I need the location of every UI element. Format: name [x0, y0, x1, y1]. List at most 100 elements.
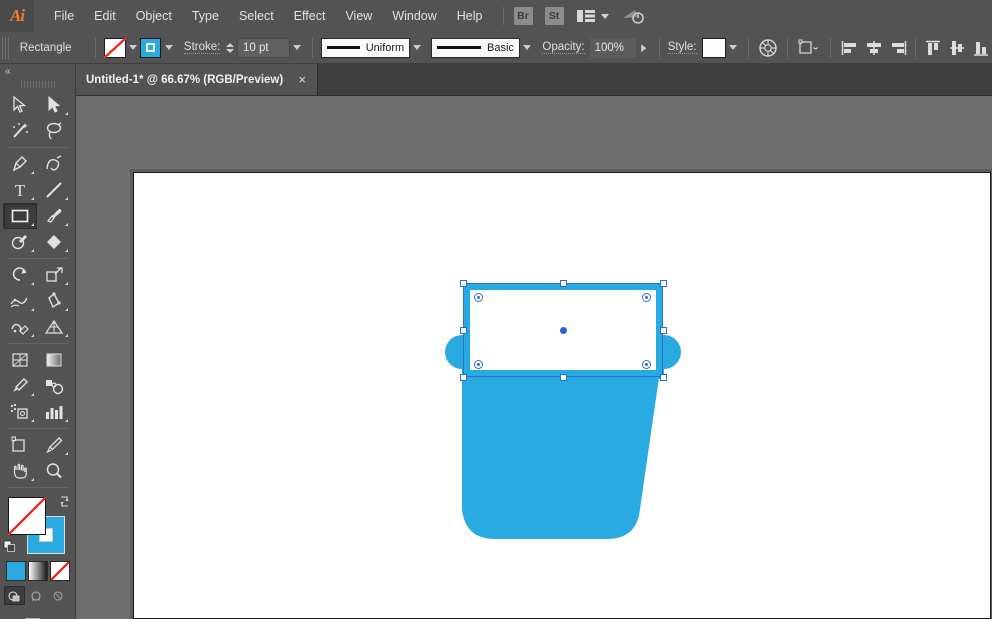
pen-tool[interactable]: [3, 151, 37, 177]
transform-icon[interactable]: [796, 37, 822, 59]
bucket-illustration[interactable]: [134, 173, 992, 619]
swap-fill-stroke-icon[interactable]: [58, 495, 71, 508]
color-mode-button[interactable]: [6, 561, 26, 581]
cb-divider-6: [830, 37, 832, 58]
align-right-icon[interactable]: [887, 37, 909, 59]
rectangle-tool[interactable]: [3, 203, 37, 229]
magic-wand-tool[interactable]: [3, 118, 37, 144]
stroke-profile-chevron-icon[interactable]: [410, 38, 424, 58]
menu-view[interactable]: View: [335, 5, 382, 27]
cb-divider-2: [312, 37, 313, 58]
mesh-tool[interactable]: [3, 347, 37, 373]
draw-inside-button[interactable]: [48, 586, 69, 605]
hand-tool[interactable]: [3, 458, 37, 484]
slice-tool[interactable]: [37, 432, 71, 458]
menu-window[interactable]: Window: [382, 5, 446, 27]
document-tab[interactable]: Untitled-1* @ 66.67% (RGB/Preview) ×: [76, 64, 319, 95]
eraser-tool[interactable]: [37, 229, 71, 255]
zoom-tool[interactable]: [37, 458, 71, 484]
fill-swatch[interactable]: [104, 37, 126, 58]
change-screen-mode-button[interactable]: [23, 615, 53, 619]
graphic-style-swatch[interactable]: [701, 37, 726, 58]
control-bar: Rectangle Stroke: 10 pt Uniform Basic Op…: [0, 32, 992, 64]
style-chevron-icon[interactable]: [726, 38, 740, 58]
align-top-icon[interactable]: [922, 37, 944, 59]
curvature-tool[interactable]: [37, 151, 71, 177]
stroke-profile-select[interactable]: Uniform: [320, 37, 411, 58]
collapse-chevrons-icon: «: [5, 65, 10, 77]
shaper-tool[interactable]: [3, 229, 37, 255]
stroke-weight-stepper[interactable]: [224, 38, 235, 58]
selection-tool[interactable]: [3, 92, 37, 118]
menu-effect[interactable]: Effect: [284, 5, 336, 27]
stroke-dropdown-chevron-icon[interactable]: [161, 38, 175, 58]
collapse-panel-button[interactable]: «: [0, 64, 75, 78]
stock-button[interactable]: St: [544, 7, 564, 25]
stroke-weight-chevron-icon[interactable]: [290, 38, 304, 58]
gradient-tool[interactable]: [37, 347, 71, 373]
tool-group-indicator-icon: [31, 308, 34, 311]
opacity-input[interactable]: 100%: [589, 37, 637, 58]
fill-stroke-indicator: [3, 495, 73, 557]
menu-edit[interactable]: Edit: [84, 5, 126, 27]
lasso-tool[interactable]: [37, 118, 71, 144]
blend-tool[interactable]: [37, 373, 71, 399]
brush-select[interactable]: Basic: [430, 37, 520, 58]
rotate-tool[interactable]: [3, 262, 37, 288]
menu-select[interactable]: Select: [229, 5, 284, 27]
stroke-weight-label[interactable]: Stroke:: [183, 41, 221, 54]
free-transform-tool[interactable]: [37, 288, 71, 314]
tool-separator: [3, 255, 72, 262]
tool-group-indicator-icon: [31, 171, 34, 174]
opacity-chevron-icon[interactable]: [634, 40, 654, 54]
direct-selection-tool[interactable]: [37, 92, 71, 118]
tool-group-indicator-icon: [65, 249, 68, 252]
scale-tool[interactable]: [37, 262, 71, 288]
tool-group-indicator-icon: [31, 282, 34, 285]
tools-panel-grip[interactable]: [20, 78, 55, 90]
artboard-tool[interactable]: [3, 432, 37, 458]
width-tool[interactable]: [3, 288, 37, 314]
cb-divider-3: [658, 37, 660, 58]
app-logo: Ai: [0, 0, 34, 32]
paintbrush-tool[interactable]: [37, 203, 71, 229]
menubar-divider: [502, 7, 504, 25]
align-center-vertical-icon[interactable]: [946, 37, 968, 59]
symbol-sprayer-tool[interactable]: [3, 399, 37, 425]
workspace-switcher-icon[interactable]: [576, 8, 609, 24]
line-segment-tool[interactable]: [37, 177, 71, 203]
opacity-label[interactable]: Opacity:: [542, 41, 585, 54]
draw-normal-button[interactable]: [4, 586, 25, 605]
cc-sync-icon[interactable]: [621, 6, 645, 26]
artboard[interactable]: [133, 172, 991, 619]
selected-rectangle-shape[interactable]: [463, 283, 663, 377]
perspective-grid-tool[interactable]: [37, 314, 71, 340]
brush-label: Basic: [487, 41, 514, 54]
type-tool[interactable]: T: [3, 177, 37, 203]
close-icon[interactable]: ×: [295, 73, 309, 86]
align-left-icon[interactable]: [839, 37, 861, 59]
canvas-area[interactable]: [76, 96, 992, 619]
none-mode-button[interactable]: [50, 561, 70, 581]
brush-chevron-icon[interactable]: [520, 38, 534, 58]
shape-builder-tool[interactable]: [3, 314, 37, 340]
menu-object[interactable]: Object: [126, 5, 182, 27]
default-fill-stroke-icon[interactable]: [3, 540, 16, 553]
menu-file[interactable]: File: [44, 5, 84, 27]
fill-dropdown-chevron-icon[interactable]: [126, 38, 140, 58]
bridge-button[interactable]: Br: [513, 7, 533, 25]
cb-divider-1: [95, 37, 97, 58]
fill-color-swatch[interactable]: [8, 497, 46, 535]
eyedropper-tool[interactable]: [3, 373, 37, 399]
menu-type[interactable]: Type: [182, 5, 229, 27]
menu-help[interactable]: Help: [447, 5, 493, 27]
align-bottom-icon[interactable]: [970, 37, 992, 59]
stroke-swatch[interactable]: [140, 37, 162, 58]
control-bar-grip[interactable]: [2, 36, 9, 59]
draw-behind-button[interactable]: [26, 586, 47, 605]
gradient-mode-button[interactable]: [28, 561, 48, 581]
recolor-artwork-icon[interactable]: [757, 37, 779, 59]
column-graph-tool[interactable]: [37, 399, 71, 425]
align-center-horizontal-icon[interactable]: [863, 37, 885, 59]
stroke-weight-input[interactable]: 10 pt: [236, 37, 290, 58]
